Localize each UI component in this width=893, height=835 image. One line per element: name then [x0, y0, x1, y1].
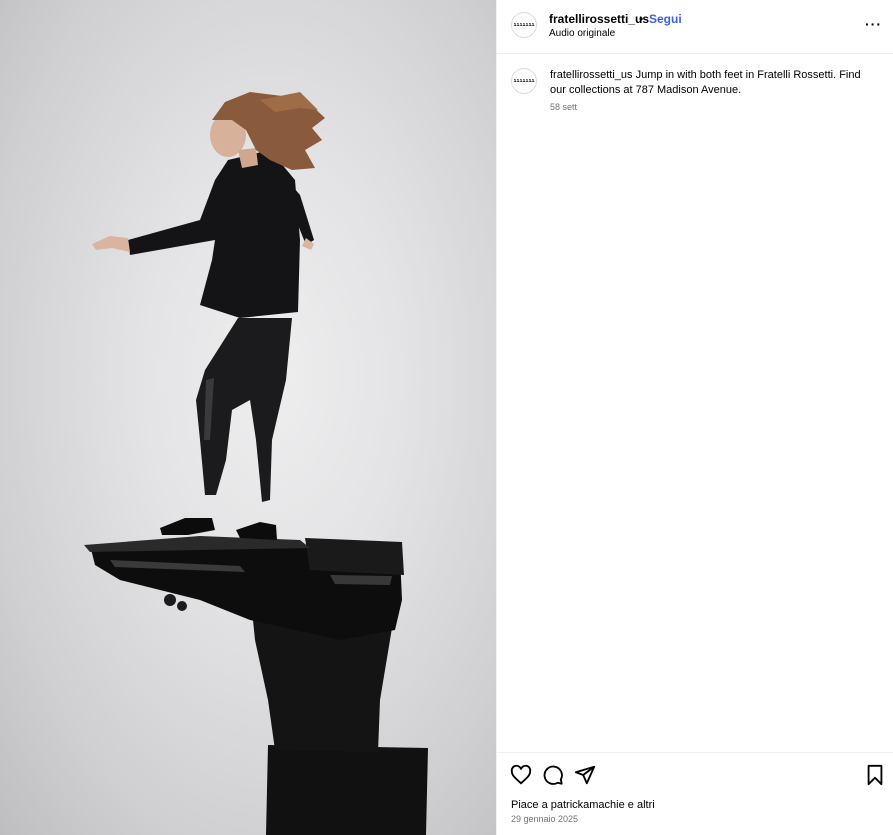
post-header: ııııııı fratellirossetti_us • Segui Audi… — [497, 0, 893, 54]
profile-avatar[interactable]: ııııııı — [511, 12, 537, 38]
bookmark-icon[interactable] — [864, 764, 886, 786]
audio-link[interactable]: Audio originale — [549, 28, 615, 39]
separator-dot: • — [639, 12, 644, 26]
more-options-icon[interactable]: ··· — [865, 16, 882, 32]
share-icon[interactable] — [574, 764, 596, 786]
username-link[interactable]: fratellirossetti_us — [549, 12, 649, 26]
post-sidebar: ııııııı fratellirossetti_us • Segui Audi… — [496, 0, 893, 835]
caption-timestamp[interactable]: 58 sett — [550, 102, 577, 112]
post-date[interactable]: 29 gennaio 2025 — [511, 814, 578, 824]
brand-logo: ııııııı — [513, 78, 535, 84]
post-photo — [84, 92, 428, 835]
follow-button[interactable]: Segui — [649, 12, 682, 26]
post-media[interactable] — [0, 0, 496, 835]
brand-logo: ııııııı — [513, 22, 535, 28]
likes-text[interactable]: Piace a patrickamachie e altri — [511, 799, 655, 811]
caption-avatar[interactable]: ııııııı — [511, 68, 537, 94]
actions-bar: Piace a patrickamachie e altri 29 gennai… — [497, 752, 893, 835]
comment-icon[interactable] — [542, 764, 564, 786]
caption-text: fratellirossetti_us Jump in with both fe… — [550, 68, 875, 98]
heart-icon[interactable] — [510, 764, 532, 786]
caption-username[interactable]: fratellirossetti_us — [550, 69, 633, 81]
